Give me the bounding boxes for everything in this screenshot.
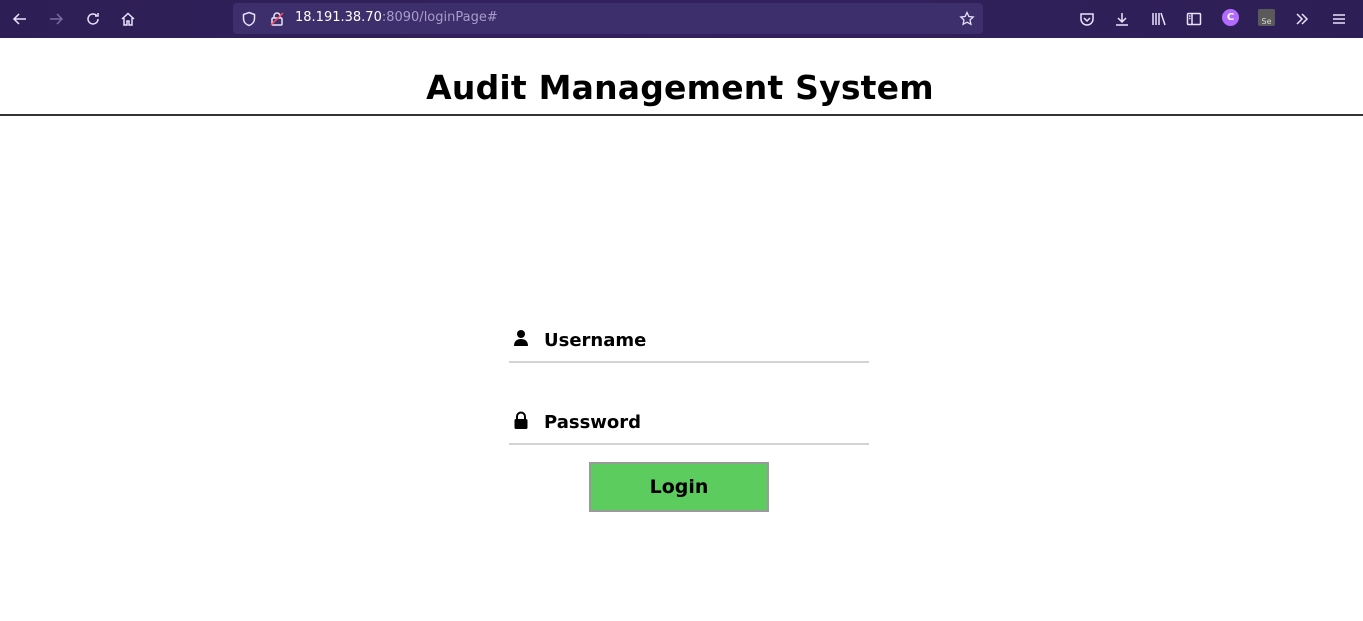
username-field xyxy=(509,323,869,363)
download-icon[interactable] xyxy=(1108,5,1136,33)
browser-toolbar: 18.191.38.70:8090/loginPage# C Se xyxy=(0,0,1363,38)
url-bar[interactable]: 18.191.38.70:8090/loginPage# xyxy=(233,3,983,34)
page-title: Audit Management System xyxy=(426,68,934,107)
user-icon xyxy=(514,329,528,347)
pocket-icon[interactable] xyxy=(1073,5,1101,33)
sidebar-icon[interactable] xyxy=(1180,5,1208,33)
password-input[interactable] xyxy=(544,405,864,439)
star-icon[interactable] xyxy=(958,10,976,28)
url-path: :8090/loginPage# xyxy=(381,10,498,25)
password-field xyxy=(509,405,869,445)
url-text[interactable]: 18.191.38.70:8090/loginPage# xyxy=(295,10,498,25)
selenium-extension-icon[interactable]: Se xyxy=(1258,9,1275,26)
padlock-icon xyxy=(514,411,528,429)
username-input[interactable] xyxy=(544,323,864,357)
url-host: 18.191.38.70 xyxy=(295,10,382,25)
hamburger-icon[interactable] xyxy=(1325,5,1353,33)
reload-icon[interactable] xyxy=(79,5,107,33)
chevron-double-right-icon[interactable] xyxy=(1288,5,1316,33)
home-icon[interactable] xyxy=(114,5,142,33)
shield-icon[interactable] xyxy=(240,10,258,28)
page-header: Audit Management System xyxy=(0,38,1363,116)
back-icon[interactable] xyxy=(6,5,34,33)
account-avatar[interactable]: C xyxy=(1222,9,1239,26)
library-icon[interactable] xyxy=(1145,5,1173,33)
forward-icon[interactable] xyxy=(42,5,70,33)
login-button[interactable]: Login xyxy=(589,462,769,512)
lock-icon[interactable] xyxy=(268,10,286,28)
